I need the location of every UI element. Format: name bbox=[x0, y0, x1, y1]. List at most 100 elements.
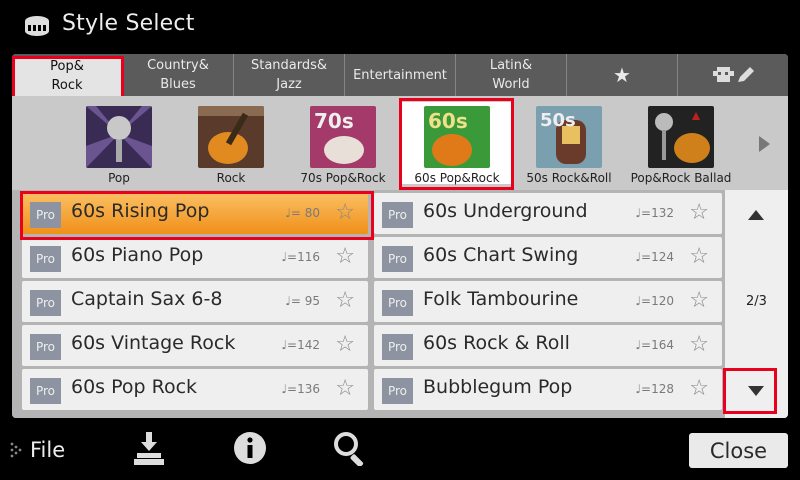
category-strip: Pop Rock 70s 70s Pop&Rock 60s 60s Pop&Ro… bbox=[12, 96, 788, 190]
category-label: 70s Pop&Rock bbox=[300, 171, 386, 185]
style-tempo: ♩=124 bbox=[635, 250, 674, 264]
bottom-bar: File Close bbox=[0, 420, 800, 480]
category-label: 50s Rock&Roll bbox=[526, 171, 612, 185]
style-tempo: ♩= 95 bbox=[285, 294, 320, 308]
category-label: Rock bbox=[216, 171, 246, 185]
favorite-star-icon: ★ bbox=[613, 62, 631, 87]
page-title: Style Select bbox=[62, 11, 195, 36]
style-row-60s-piano-pop[interactable]: Pro 60s Piano Pop ♩=116 ☆ bbox=[22, 237, 368, 278]
style-row-folk-tambourine[interactable]: Pro Folk Tambourine ♩=120 ☆ bbox=[374, 281, 722, 322]
category-label: 60s Pop&Rock bbox=[414, 171, 500, 185]
pro-badge: Pro bbox=[30, 290, 61, 316]
pro-badge: Pro bbox=[382, 202, 413, 228]
close-button[interactable]: Close bbox=[689, 433, 788, 468]
style-name: 60s Rising Pop bbox=[71, 200, 210, 222]
style-row-60s-rising-pop[interactable]: Pro 60s Rising Pop ♩= 80 ☆ bbox=[22, 193, 368, 234]
info-icon[interactable] bbox=[232, 430, 268, 466]
style-row-60s-vintage-rock[interactable]: Pro 60s Vintage Rock ♩=142 ☆ bbox=[22, 325, 368, 366]
style-tempo: ♩=142 bbox=[281, 338, 320, 352]
page-down-arrow-icon[interactable] bbox=[748, 386, 764, 396]
favorite-star-icon[interactable]: ☆ bbox=[335, 288, 355, 314]
style-row-bubblegum-pop[interactable]: Pro Bubblegum Pop ♩=128 ☆ bbox=[374, 369, 722, 410]
style-tempo: ♩=136 bbox=[281, 382, 320, 396]
save-download-icon[interactable] bbox=[131, 430, 167, 466]
keyboard-icon bbox=[25, 16, 49, 36]
style-row-60s-underground[interactable]: Pro 60s Underground ♩=132 ☆ bbox=[374, 193, 722, 234]
favorite-star-icon[interactable]: ☆ bbox=[689, 376, 709, 402]
guitar-60s-thumbnail: 60s bbox=[424, 106, 490, 168]
file-handle-icon bbox=[10, 442, 22, 458]
page-indicator: 2/3 bbox=[746, 294, 767, 309]
tab-country-blues[interactable]: Country& Blues bbox=[123, 54, 234, 96]
tab-favorites[interactable]: ★ bbox=[567, 54, 678, 96]
style-list: Pro 60s Rising Pop ♩= 80 ☆ Pro 60s Under… bbox=[12, 190, 788, 418]
style-name: 60s Rock & Roll bbox=[423, 332, 570, 354]
user-edit-icon bbox=[713, 67, 754, 82]
microphone-thumbnail bbox=[86, 106, 152, 168]
category-pop[interactable]: Pop bbox=[64, 102, 174, 185]
style-panel: Pop& Rock Country& Blues Standards& Jazz… bbox=[12, 54, 788, 418]
style-tempo: ♩=132 bbox=[635, 206, 674, 220]
category-70s-pop-rock[interactable]: 70s 70s Pop&Rock bbox=[288, 102, 398, 185]
style-tempo: ♩=116 bbox=[281, 250, 320, 264]
style-name: 60s Piano Pop bbox=[71, 244, 204, 266]
file-label: File bbox=[30, 438, 66, 462]
pro-badge: Pro bbox=[382, 290, 413, 316]
guitar-thumbnail bbox=[198, 106, 264, 168]
style-name: Captain Sax 6-8 bbox=[71, 288, 223, 310]
style-row-60s-rock-roll[interactable]: Pro 60s Rock & Roll ♩=164 ☆ bbox=[374, 325, 722, 366]
favorite-star-icon[interactable]: ☆ bbox=[335, 332, 355, 358]
favorite-star-icon[interactable]: ☆ bbox=[335, 200, 355, 226]
tab-user[interactable] bbox=[678, 54, 788, 96]
tab-pop-rock[interactable]: Pop& Rock bbox=[12, 56, 123, 96]
style-name: 60s Pop Rock bbox=[71, 376, 198, 398]
style-tempo: ♩= 80 bbox=[285, 206, 320, 220]
pro-badge: Pro bbox=[382, 378, 413, 404]
favorite-star-icon[interactable]: ☆ bbox=[689, 200, 709, 226]
tab-latin-world[interactable]: Latin& World bbox=[456, 54, 567, 96]
category-pop-rock-ballad[interactable]: Pop&Rock Ballad bbox=[626, 102, 736, 185]
style-name: 60s Chart Swing bbox=[423, 244, 579, 266]
file-button[interactable]: File bbox=[10, 436, 65, 464]
pro-badge: Pro bbox=[30, 334, 61, 360]
jukebox-50s-thumbnail: 50s bbox=[536, 106, 602, 168]
style-row-60s-pop-rock[interactable]: Pro 60s Pop Rock ♩=136 ☆ bbox=[22, 369, 368, 410]
category-label: Pop&Rock Ballad bbox=[630, 171, 732, 185]
pro-badge: Pro bbox=[30, 378, 61, 404]
guitar-70s-thumbnail: 70s bbox=[310, 106, 376, 168]
style-row-60s-chart-swing[interactable]: Pro 60s Chart Swing ♩=124 ☆ bbox=[374, 237, 722, 278]
style-name: 60s Underground bbox=[423, 200, 588, 222]
category-60s-pop-rock[interactable]: 60s 60s Pop&Rock bbox=[402, 102, 512, 185]
search-icon[interactable] bbox=[332, 430, 368, 466]
svg-text:50s: 50s bbox=[540, 110, 576, 131]
tab-standards-jazz[interactable]: Standards& Jazz bbox=[234, 54, 345, 96]
page-up-arrow-icon[interactable] bbox=[748, 210, 764, 220]
category-rock[interactable]: Rock bbox=[176, 102, 286, 185]
style-name: Folk Tambourine bbox=[423, 288, 579, 310]
svg-text:60s: 60s bbox=[428, 109, 468, 133]
pro-badge: Pro bbox=[30, 202, 61, 228]
style-name: 60s Vintage Rock bbox=[71, 332, 236, 354]
favorite-star-icon[interactable]: ☆ bbox=[689, 244, 709, 270]
pro-badge: Pro bbox=[30, 246, 61, 272]
category-label: Pop bbox=[108, 171, 130, 185]
favorite-star-icon[interactable]: ☆ bbox=[689, 332, 709, 358]
category-next-arrow-icon[interactable] bbox=[759, 136, 770, 152]
page-scroller: 2/3 bbox=[725, 190, 788, 418]
pro-badge: Pro bbox=[382, 246, 413, 272]
svg-text:70s: 70s bbox=[314, 109, 354, 133]
favorite-star-icon[interactable]: ☆ bbox=[335, 244, 355, 270]
tab-entertainment[interactable]: Entertainment bbox=[345, 54, 456, 96]
style-name: Bubblegum Pop bbox=[423, 376, 573, 398]
title-bar: Style Select bbox=[0, 0, 800, 52]
style-row-captain-sax[interactable]: Pro Captain Sax 6-8 ♩= 95 ☆ bbox=[22, 281, 368, 322]
category-50s-rock-roll[interactable]: 50s 50s Rock&Roll bbox=[514, 102, 624, 185]
ballad-thumbnail bbox=[648, 106, 714, 168]
style-tempo: ♩=164 bbox=[635, 338, 674, 352]
style-tempo: ♩=120 bbox=[635, 294, 674, 308]
favorite-star-icon[interactable]: ☆ bbox=[689, 288, 709, 314]
style-tempo: ♩=128 bbox=[635, 382, 674, 396]
genre-tabs: Pop& Rock Country& Blues Standards& Jazz… bbox=[12, 54, 788, 96]
pro-badge: Pro bbox=[382, 334, 413, 360]
favorite-star-icon[interactable]: ☆ bbox=[335, 376, 355, 402]
